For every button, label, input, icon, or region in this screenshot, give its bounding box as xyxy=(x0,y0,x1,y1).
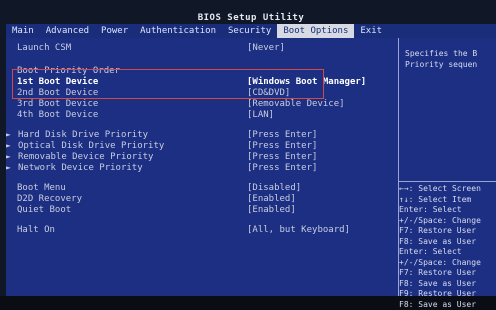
bios-screen: BIOS Setup Utility Main Advanced Power A… xyxy=(0,0,496,296)
boot-device-label: 4th Boot Device xyxy=(17,110,98,120)
halt-on-value[interactable]: [All, but Keyboard] xyxy=(247,225,350,235)
submenu-value[interactable]: [Press Enter] xyxy=(247,152,317,162)
boot-device-value[interactable]: [CD&DVD] xyxy=(247,88,290,98)
help-key-item: ↑↓: Select Item xyxy=(399,195,496,206)
boot-device-value[interactable]: [Removable Device] xyxy=(247,99,345,109)
submenu-arrow-icon: ► xyxy=(6,130,11,139)
tab-advanced[interactable]: Advanced xyxy=(40,24,95,38)
option-row[interactable]: Boot Menu [Disabled] xyxy=(6,183,398,194)
help-key-item: Enter: Select xyxy=(399,247,496,258)
launch-csm-label: Launch CSM xyxy=(17,43,71,53)
tab-power[interactable]: Power xyxy=(95,24,134,38)
help-key-item: F8: Save as User xyxy=(399,300,496,310)
help-key-item: +/-/Space: Change xyxy=(399,216,496,227)
settings-panel: Launch CSM [Never] Boot Priority Order 1… xyxy=(6,38,398,296)
submenu-arrow-icon: ► xyxy=(6,141,11,150)
help-key-item: F7: Restore User xyxy=(399,268,496,279)
help-key-item: +/-/Space: Change xyxy=(399,258,496,269)
help-panel: Specifies the B Priority sequen ←→: Sele… xyxy=(398,38,496,296)
option-value[interactable]: [Enabled] xyxy=(247,194,296,204)
option-value[interactable]: [Disabled] xyxy=(247,183,301,193)
submenu-row[interactable]: ► Network Device Priority [Press Enter] xyxy=(6,163,398,174)
submenu-row[interactable]: ► Optical Disk Drive Priority [Press Ent… xyxy=(6,141,398,152)
submenu-label: Removable Device Priority xyxy=(18,152,153,162)
boot-device-label: 2nd Boot Device xyxy=(17,88,98,98)
boot-device-value[interactable]: [LAN] xyxy=(247,110,274,120)
submenu-value[interactable]: [Press Enter] xyxy=(247,130,317,140)
option-row[interactable]: Quiet Boot [Enabled] xyxy=(6,205,398,216)
option-label: D2D Recovery xyxy=(17,194,82,204)
halt-on-label: Halt On xyxy=(17,225,55,235)
boot-device-label: 1st Boot Device xyxy=(17,77,98,87)
submenu-arrow-icon: ► xyxy=(6,163,11,172)
window-title: BIOS Setup Utility xyxy=(6,13,496,23)
launch-csm-value[interactable]: [Never] xyxy=(247,43,285,53)
help-description: Specifies the B Priority sequen xyxy=(405,48,477,70)
boot-device-row[interactable]: 3rd Boot Device [Removable Device] xyxy=(6,99,398,110)
submenu-label: Network Device Priority xyxy=(18,163,143,173)
help-key-item: Enter: Select xyxy=(399,205,496,216)
tab-authentication[interactable]: Authentication xyxy=(134,24,222,38)
help-key-item: ←→: Select Screen xyxy=(399,184,496,195)
submenu-row[interactable]: ► Hard Disk Drive Priority [Press Enter] xyxy=(6,130,398,141)
option-label: Boot Menu xyxy=(17,183,66,193)
boot-device-row[interactable]: 1st Boot Device [Windows Boot Manager] xyxy=(6,77,398,88)
boot-device-row[interactable]: 4th Boot Device [LAN] xyxy=(6,110,398,121)
submenu-value[interactable]: [Press Enter] xyxy=(247,163,317,173)
tab-security[interactable]: Security xyxy=(222,24,277,38)
boot-device-value[interactable]: [Windows Boot Manager] xyxy=(247,77,366,87)
help-key-item: F8: Save as User xyxy=(399,237,496,248)
help-divider xyxy=(399,181,496,182)
tab-boot-options[interactable]: Boot Options xyxy=(277,24,354,38)
help-key-item: F8: Save as User xyxy=(399,279,496,290)
boot-priority-heading: Boot Priority Order xyxy=(17,66,120,76)
help-key-item: F7: Restore User xyxy=(399,226,496,237)
submenu-row[interactable]: ► Removable Device Priority [Press Enter… xyxy=(6,152,398,163)
tab-bar: Main Advanced Power Authentication Secur… xyxy=(6,24,496,38)
tab-main[interactable]: Main xyxy=(6,24,40,38)
launch-csm-row[interactable]: Launch CSM [Never] xyxy=(6,43,398,54)
submenu-value[interactable]: [Press Enter] xyxy=(247,141,317,151)
help-key-item: F9: Restore User xyxy=(399,289,496,300)
submenu-arrow-icon: ► xyxy=(6,152,11,161)
tab-exit[interactable]: Exit xyxy=(354,24,388,38)
boot-device-label: 3rd Boot Device xyxy=(17,99,98,109)
option-row[interactable]: D2D Recovery [Enabled] xyxy=(6,194,398,205)
option-value[interactable]: [Enabled] xyxy=(247,205,296,215)
submenu-label: Optical Disk Drive Priority xyxy=(18,141,164,151)
help-key-list: ←→: Select Screen ↑↓: Select Item Enter:… xyxy=(399,184,496,310)
boot-device-row[interactable]: 2nd Boot Device [CD&DVD] xyxy=(6,88,398,99)
submenu-label: Hard Disk Drive Priority xyxy=(18,130,148,140)
halt-on-row[interactable]: Halt On [All, but Keyboard] xyxy=(6,225,398,236)
option-label: Quiet Boot xyxy=(17,205,71,215)
